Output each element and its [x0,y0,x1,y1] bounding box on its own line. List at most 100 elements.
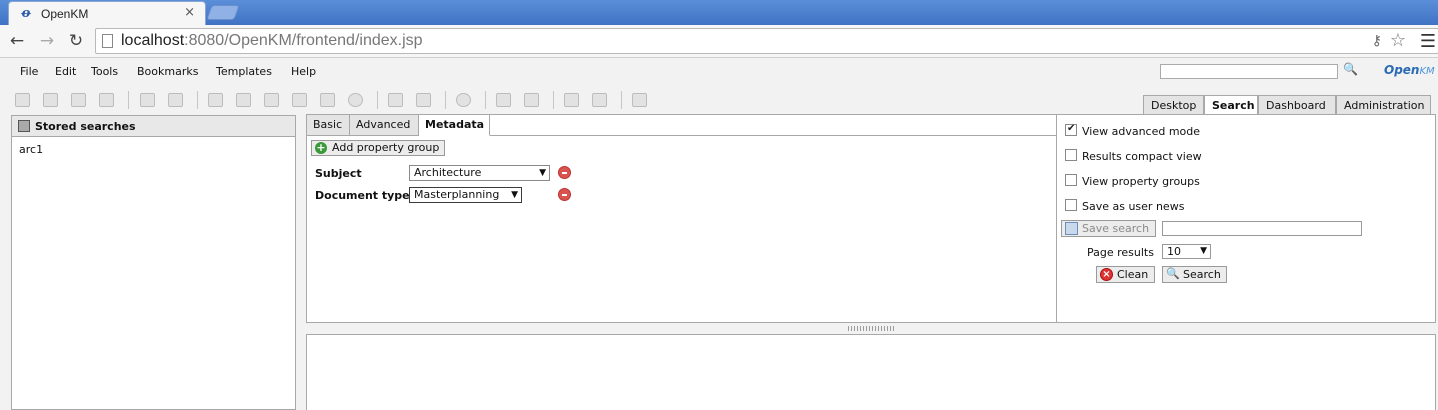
menu-edit[interactable]: Edit [55,65,76,78]
view-advanced-label: View advanced mode [1082,125,1201,138]
toolbar-separator [621,91,622,109]
compact-view-checkbox[interactable] [1065,149,1077,161]
home-icon[interactable] [592,93,607,107]
binoculars-icon [18,120,30,132]
toolbar-separator [377,91,378,109]
toolbar-separator [128,91,129,109]
checkin-icon[interactable] [292,93,307,107]
tab-advanced[interactable]: Advanced [350,115,419,136]
find-document-icon[interactable] [43,93,58,107]
scanner-icon[interactable] [632,93,647,107]
lock-icon[interactable] [140,93,155,107]
browser-tab-title: OpenKM [41,7,89,21]
openkm-window: ꝋ OpenKM × ← → ↻ localhost:8080/OpenKM/f… [0,0,1438,410]
refresh-icon[interactable] [564,93,579,107]
cancel-checkout-icon[interactable] [320,93,335,107]
workflow-icon[interactable] [456,93,471,107]
address-bar[interactable]: localhost:8080/OpenKM/frontend/index.jsp… [95,28,1438,54]
find-similar-icon[interactable] [71,93,86,107]
add-property-group-icon[interactable] [388,93,403,107]
remove-subscription-icon[interactable] [524,93,539,107]
address-url: localhost:8080/OpenKM/frontend/index.jsp [121,32,423,49]
add-subscription-icon[interactable] [496,93,511,107]
document-type-select[interactable]: Masterplanning ▼ [409,187,522,203]
tab-dashboard[interactable]: Dashboard [1258,95,1336,115]
stored-searches-title: Stored searches [35,120,136,133]
property-groups-label: View property groups [1082,175,1200,188]
checkout-icon[interactable] [264,93,279,107]
delete-icon[interactable] [348,93,363,107]
chrome-menu-icon[interactable]: ☰ [1420,31,1436,52]
subject-select[interactable]: Architecture ▼ [409,165,550,181]
add-property-group-label: Add property group [332,141,440,154]
reload-icon[interactable]: ↻ [65,31,87,51]
toolbar-separator [445,91,446,109]
tab-search[interactable]: Search [1204,95,1258,115]
search-results-panel [306,334,1436,410]
toolbar-separator [553,91,554,109]
menu-tools[interactable]: Tools [91,65,118,78]
menu-file[interactable]: File [20,65,38,78]
page-results-value: 10 [1167,245,1181,258]
save-icon [1065,222,1078,235]
tab-metadata[interactable]: Metadata [419,115,490,136]
browser-tab-strip: ꝋ OpenKM × [0,0,1438,25]
openkm-favicon-icon: ꝋ [21,6,32,21]
dropdown-arrow-icon: ▼ [511,190,518,200]
close-tab-icon[interactable]: × [184,5,195,20]
document-type-value: Masterplanning [414,188,500,201]
property-groups-checkbox[interactable] [1065,174,1077,186]
print-icon[interactable] [99,93,114,107]
save-search-label: Save search [1082,222,1150,235]
tab-administration[interactable]: Administration [1336,95,1431,115]
subject-value: Architecture [414,166,482,179]
user-news-checkbox[interactable] [1065,199,1077,211]
menu-bookmarks[interactable]: Bookmarks [137,65,198,78]
view-advanced-checkbox[interactable] [1065,123,1077,136]
clean-x-icon: × [1100,268,1113,281]
user-news-label: Save as user news [1082,200,1185,213]
save-search-button[interactable]: Save search [1061,220,1156,237]
clean-button[interactable]: × Clean [1096,266,1155,283]
add-property-group-button[interactable]: + Add property group [311,140,446,156]
new-tab-button[interactable] [206,5,240,20]
openkm-logo: OpenKM [1384,63,1435,77]
search-options-panel: View advanced mode Results compact view … [1056,114,1436,323]
remove-subject-button[interactable] [558,166,571,179]
tab-desktop[interactable]: Desktop [1143,95,1204,115]
forward-arrow-icon[interactable]: → [36,31,58,51]
find-folder-icon[interactable] [15,93,30,107]
quick-search-input[interactable] [1160,64,1338,79]
search-icon[interactable]: 🔍 [1343,62,1358,76]
page-icon [102,34,113,48]
unlock-icon[interactable] [168,93,183,107]
app-menu-bar: File Edit Tools Bookmarks Templates Help… [0,59,1438,85]
compact-view-label: Results compact view [1082,150,1202,163]
stored-search-item[interactable]: arc1 [19,143,43,156]
back-arrow-icon[interactable]: ← [6,31,28,51]
save-search-name-input[interactable] [1162,221,1362,236]
document-type-label: Document type [315,189,410,202]
panel-splitter[interactable] [848,326,894,331]
remove-document-type-button[interactable] [558,188,571,201]
page-results-select[interactable]: 10 ▼ [1162,244,1211,259]
menu-templates[interactable]: Templates [216,65,272,78]
menu-help[interactable]: Help [291,65,316,78]
subject-label: Subject [315,167,362,180]
stored-searches-panel: Stored searches arc1 [11,115,296,410]
stored-searches-header: Stored searches [12,116,295,137]
new-folder-icon[interactable] [208,93,223,107]
tab-basic[interactable]: Basic [307,115,350,136]
action-toolbar [0,88,1140,112]
search-button[interactable]: 🔍 Search [1162,266,1227,283]
dropdown-arrow-icon: ▼ [539,168,546,178]
tab-underline [490,135,1056,136]
toolbar-separator [485,91,486,109]
search-form-panel: Basic Advanced Metadata + Add property g… [306,114,1057,323]
dropdown-arrow-icon: ▼ [1200,246,1207,256]
key-icon[interactable]: ⚷ [1372,33,1382,49]
new-document-icon[interactable] [236,93,251,107]
remove-property-group-icon[interactable] [416,93,431,107]
bookmark-star-icon[interactable]: ☆ [1390,30,1406,51]
browser-tab[interactable]: ꝋ OpenKM × [8,1,206,25]
